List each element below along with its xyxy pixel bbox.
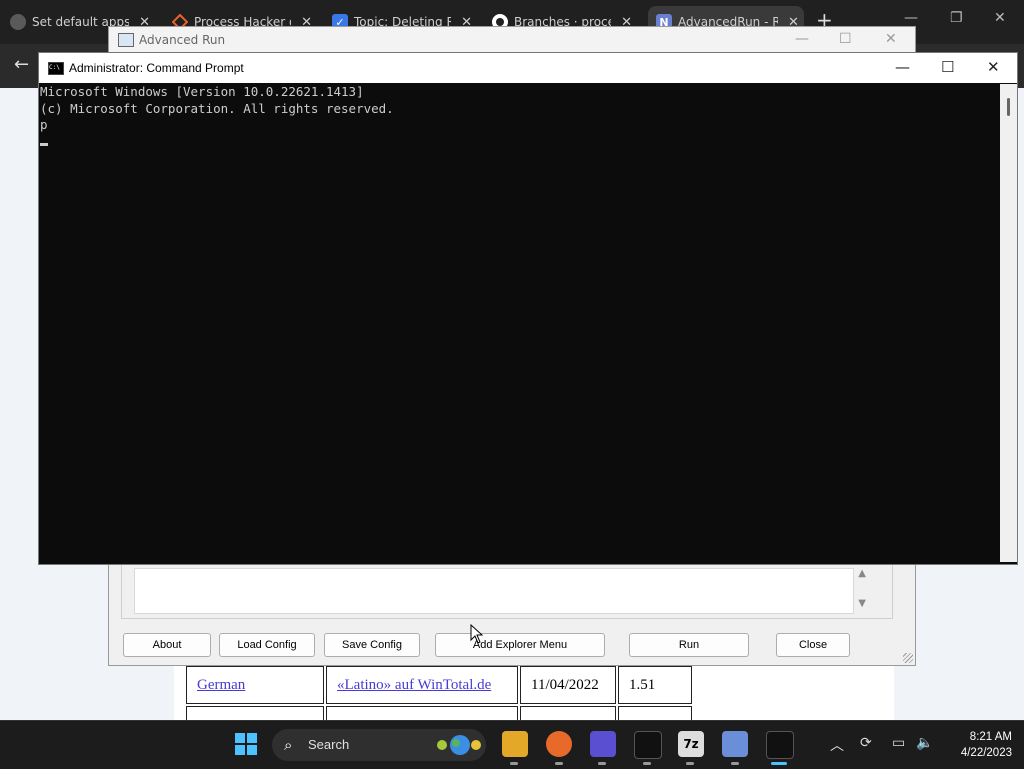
mouse-pointer-icon bbox=[470, 624, 484, 644]
command-prompt-window: C:\ Administrator: Command Prompt — ☐ ✕ … bbox=[38, 52, 1018, 565]
windows-start-icon[interactable] bbox=[233, 731, 259, 757]
minimize-icon[interactable]: — bbox=[795, 31, 809, 47]
date-cell: 11/04/2022 bbox=[520, 666, 616, 704]
about-button[interactable]: About bbox=[123, 633, 211, 657]
language-link[interactable]: German bbox=[197, 677, 245, 693]
table-row: German «Latino» auf WinTotal.de 11/04/20… bbox=[186, 666, 692, 704]
save-config-button[interactable]: Save Config bbox=[324, 633, 420, 657]
seven-zip-icon[interactable]: 7z bbox=[678, 731, 704, 757]
notepad-icon[interactable] bbox=[722, 731, 748, 757]
minimize-icon[interactable]: — bbox=[904, 10, 918, 26]
vertical-scrollbar[interactable] bbox=[1000, 84, 1017, 562]
network-icon[interactable]: ▭ bbox=[892, 735, 905, 751]
maximize-icon[interactable]: ☐ bbox=[839, 31, 852, 47]
command-prompt-titlebar[interactable]: C:\ Administrator: Command Prompt — ☐ ✕ bbox=[39, 53, 1017, 83]
volume-icon[interactable]: 🔈 bbox=[916, 735, 933, 751]
search-label: Search bbox=[308, 737, 350, 752]
advanced-run-titlebar[interactable]: Advanced Run — ☐ ✕ bbox=[109, 27, 915, 55]
globe-icon bbox=[10, 14, 26, 30]
running-indicator bbox=[731, 762, 739, 765]
running-indicator bbox=[686, 762, 694, 765]
running-indicator bbox=[643, 762, 651, 765]
console-line: (c) Microsoft Corporation. All rights re… bbox=[40, 100, 394, 116]
terminal-icon[interactable] bbox=[634, 731, 662, 759]
scrollbar-thumb[interactable] bbox=[1007, 98, 1010, 116]
version-cell: 1.51 bbox=[618, 666, 692, 704]
maximize-icon[interactable]: ☐ bbox=[941, 58, 954, 76]
table-cell: «Latino» auf WinTotal.de bbox=[326, 666, 518, 704]
taskbar: ⌕ Search 7z ︿ ⟳ ▭ 🔈 8:21 AM 4/22/2023 bbox=[0, 720, 1024, 769]
window-title: Advanced Run bbox=[139, 33, 226, 47]
clock-date: 4/22/2023 bbox=[960, 747, 1012, 759]
close-icon[interactable]: ✕ bbox=[885, 31, 897, 47]
app-cube-icon[interactable] bbox=[590, 731, 616, 757]
console-output[interactable]: Microsoft Windows [Version 10.0.22621.14… bbox=[40, 84, 998, 562]
scroll-down-arrow-icon[interactable]: ▼ bbox=[858, 598, 866, 609]
file-explorer-icon[interactable] bbox=[502, 731, 528, 757]
restore-icon[interactable]: ❐ bbox=[950, 10, 963, 26]
advanced-run-app-icon bbox=[118, 33, 134, 47]
command-prompt-icon: C:\ bbox=[48, 62, 64, 75]
running-indicator bbox=[510, 762, 518, 765]
running-indicator bbox=[598, 762, 606, 765]
translator-link[interactable]: «Latino» auf WinTotal.de bbox=[337, 677, 491, 693]
clock-time: 8:21 AM bbox=[969, 731, 1012, 743]
console-line: p bbox=[40, 117, 48, 132]
console-line: Microsoft Windows [Version 10.0.22621.14… bbox=[40, 84, 364, 99]
minimize-icon[interactable]: — bbox=[895, 58, 910, 76]
table-cell: German bbox=[186, 666, 324, 704]
text-area[interactable] bbox=[134, 568, 854, 614]
add-explorer-menu-button[interactable]: Add Explorer Menu bbox=[435, 633, 605, 657]
search-icon: ⌕ bbox=[284, 736, 293, 754]
text-cursor bbox=[40, 142, 48, 146]
back-arrow-icon[interactable]: ← bbox=[14, 54, 29, 75]
run-button[interactable]: Run bbox=[629, 633, 749, 657]
command-prompt-taskbar-icon[interactable] bbox=[766, 731, 794, 759]
window-title: Administrator: Command Prompt bbox=[69, 61, 244, 75]
resize-grip-icon[interactable] bbox=[903, 653, 913, 663]
firefox-icon[interactable] bbox=[546, 731, 572, 757]
close-icon[interactable]: ✕ bbox=[987, 58, 1000, 76]
sync-icon[interactable]: ⟳ bbox=[860, 735, 872, 751]
earth-day-search-icon bbox=[437, 735, 481, 755]
active-indicator bbox=[771, 762, 787, 765]
chevron-up-icon[interactable]: ︿ bbox=[830, 735, 844, 755]
scroll-up-arrow-icon[interactable]: ▲ bbox=[858, 568, 866, 579]
running-indicator bbox=[555, 762, 563, 765]
close-icon[interactable]: ✕ bbox=[994, 10, 1006, 26]
system-clock[interactable]: 8:21 AM 4/22/2023 bbox=[944, 729, 1012, 761]
close-button[interactable]: Close bbox=[776, 633, 850, 657]
options-panel: ▲ ▼ bbox=[121, 563, 893, 619]
taskbar-search-box[interactable]: ⌕ Search bbox=[272, 729, 486, 761]
console-input-line[interactable] bbox=[40, 134, 998, 151]
load-config-button[interactable]: Load Config bbox=[219, 633, 315, 657]
